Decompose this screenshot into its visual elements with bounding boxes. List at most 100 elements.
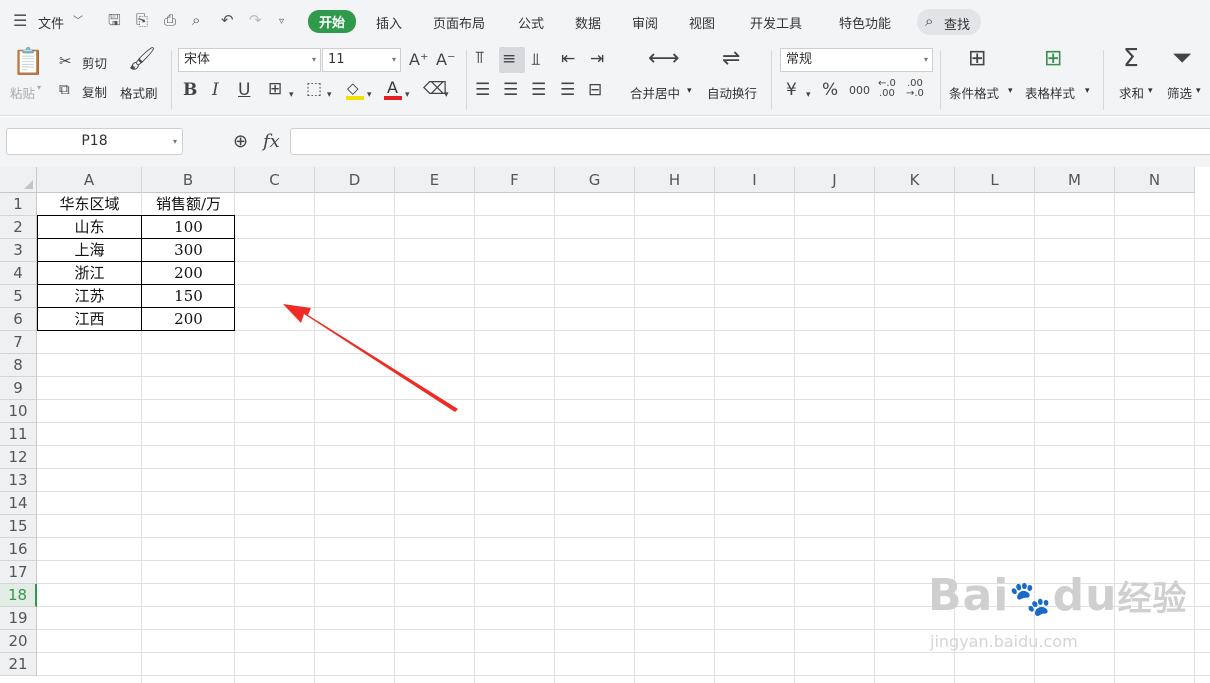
align-middle-button[interactable]: ≡	[499, 47, 525, 73]
thousands-icon[interactable]: 000	[849, 81, 870, 101]
paste-button[interactable]: 📋	[12, 48, 44, 78]
sheet-grid[interactable]: ABCDEFGHIJKLMN 1 2 3 4 5 6 7 8 9 10 11 12 13 14 15 16 17…	[0, 167, 1210, 683]
spreadsheet-app: ☰ 文件 ﹀ 🖫 ⎘ ⎙ ⌕ ↶ ↷ ▿ 开始 插入 页面布局 公式 数据 审阅…	[0, 0, 1210, 683]
filter-button[interactable]: 筛选	[1167, 83, 1192, 102]
table-style-icon[interactable]: ⊞	[1044, 48, 1062, 70]
print-icon[interactable]: ⎙	[164, 12, 176, 28]
font-color-bar	[384, 96, 402, 100]
paste-chevron-icon[interactable]: ▾	[37, 83, 41, 92]
bold-icon[interactable]: B	[183, 80, 197, 100]
align-center-icon[interactable]: ☰	[503, 80, 518, 100]
more-chevron-icon[interactable]: ▿	[279, 14, 284, 30]
chevron-down-icon: ▾	[923, 55, 928, 64]
align-left-icon[interactable]: ☰	[475, 80, 490, 100]
export-pdf-icon[interactable]: ⎘	[136, 12, 148, 28]
currency-icon[interactable]: ¥	[786, 80, 797, 100]
decrease-font-icon[interactable]: A⁻	[436, 50, 455, 70]
search-button[interactable]: ⌕ 查找	[917, 9, 981, 35]
copy-button[interactable]: 复制	[82, 82, 107, 101]
font-color-button[interactable]: A	[383, 78, 403, 100]
increase-font-icon[interactable]: A⁺	[409, 50, 428, 70]
arrow-icon	[283, 304, 458, 412]
name-box[interactable]: P18 ▾	[6, 128, 183, 155]
fill-color-bar	[346, 96, 364, 100]
format-painter-icon[interactable]: 🖌	[128, 49, 156, 71]
wrap-text-icon[interactable]: ⇌	[722, 48, 740, 70]
eraser-chevron-icon[interactable]: ▾	[444, 85, 449, 105]
fill-chevron-icon[interactable]: ▾	[367, 85, 372, 105]
copy-icon[interactable]: ⧉	[59, 79, 70, 99]
cell-style-chevron-icon[interactable]: ▾	[327, 85, 332, 105]
watermark-url: jingyan.baidu.com	[930, 632, 1078, 651]
tab-developer[interactable]: 开发工具	[750, 13, 802, 32]
number-format-select[interactable]: 常规 ▾	[780, 48, 933, 72]
merge-center-icon[interactable]: ⟷	[648, 48, 680, 70]
underline-icon[interactable]: U	[238, 80, 250, 100]
percent-icon[interactable]: %	[822, 80, 838, 100]
watermark-brand2: du	[1052, 570, 1118, 621]
chevron-down-icon[interactable]: ﹀	[73, 14, 83, 30]
ribbon-toolbar: 📋 粘贴 ▾ ✂ 剪切 ⧉ 复制 🖌 格式刷 宋体 ▾ 11 ▾ A⁺ A⁻ B…	[0, 44, 1210, 116]
currency-chevron-icon[interactable]: ▾	[806, 85, 811, 105]
sum-icon[interactable]: Σ	[1123, 45, 1139, 70]
conditional-format-button[interactable]: 条件格式	[949, 83, 999, 102]
indent-decrease-icon[interactable]: ⇤	[561, 49, 575, 69]
fill-color-button[interactable]: ◇	[345, 79, 365, 100]
justify-icon[interactable]: ☰	[560, 80, 575, 100]
redo-icon[interactable]: ↷	[249, 12, 262, 28]
cell-style-icon[interactable]: ⬚	[306, 79, 322, 99]
sum-button[interactable]: 求和	[1119, 83, 1144, 102]
increase-decimal-icon[interactable]: ←.0.00	[878, 79, 896, 99]
cut-icon[interactable]: ✂	[59, 51, 72, 71]
watermark-brand3: 经验	[1117, 579, 1188, 619]
divider	[171, 50, 172, 110]
formula-input[interactable]	[290, 128, 1210, 155]
border-chevron-icon[interactable]: ▾	[289, 85, 294, 105]
distributed-icon[interactable]: ⊟	[588, 80, 602, 100]
tab-formulas[interactable]: 公式	[518, 13, 544, 32]
sum-chevron-icon[interactable]: ▾	[1148, 86, 1153, 96]
tab-view[interactable]: 视图	[689, 13, 715, 32]
tab-page-layout[interactable]: 页面布局	[433, 13, 485, 32]
merge-chevron-icon[interactable]: ▾	[687, 86, 692, 96]
cut-button[interactable]: 剪切	[82, 53, 107, 72]
italic-icon[interactable]: I	[212, 80, 219, 100]
zoom-formula-icon[interactable]: ⊕	[233, 131, 248, 152]
merge-center-button[interactable]: 合并居中	[630, 83, 680, 102]
align-right-icon[interactable]: ☰	[531, 80, 546, 100]
conditional-format-icon[interactable]: ⊞	[968, 48, 986, 70]
tab-review[interactable]: 审阅	[632, 13, 658, 32]
indent-increase-icon[interactable]: ⇥	[590, 49, 604, 69]
tab-insert[interactable]: 插入	[376, 13, 402, 32]
fx-icon[interactable]: fx	[263, 131, 280, 152]
hamburger-menu-icon[interactable]: ☰	[13, 13, 27, 29]
table-style-chevron-icon[interactable]: ▾	[1085, 86, 1090, 96]
font-name-select[interactable]: 宋体 ▾	[178, 48, 321, 72]
font-name-value: 宋体	[184, 52, 211, 67]
decrease-decimal-icon[interactable]: .00 →.0	[906, 79, 924, 99]
align-middle-icon: ≡	[502, 49, 517, 69]
format-painter-button[interactable]: 格式刷	[120, 83, 158, 102]
font-size-select[interactable]: 11 ▾	[322, 48, 401, 72]
paste-label[interactable]: 粘贴	[10, 83, 35, 102]
tab-special-features[interactable]: 特色功能	[839, 13, 891, 32]
align-top-icon[interactable]: ⫪	[475, 48, 485, 68]
table-style-button[interactable]: 表格样式	[1025, 83, 1075, 102]
undo-icon[interactable]: ↶	[221, 12, 234, 28]
print-preview-icon[interactable]: ⌕	[192, 12, 200, 28]
wrap-text-button[interactable]: 自动换行	[707, 83, 757, 102]
tab-home[interactable]: 开始	[308, 10, 357, 33]
border-icon[interactable]: ⊞	[268, 79, 282, 99]
divider	[466, 50, 467, 110]
divider	[940, 50, 941, 110]
filter-icon[interactable]: ⏷	[1172, 45, 1192, 70]
name-box-value: P18	[81, 133, 108, 149]
align-bottom-icon[interactable]: ⫫	[531, 50, 541, 70]
font-size-value: 11	[328, 52, 345, 67]
tab-data[interactable]: 数据	[575, 13, 601, 32]
save-icon[interactable]: 🖫	[108, 12, 121, 28]
conditional-format-chevron-icon[interactable]: ▾	[1008, 86, 1013, 96]
font-color-chevron-icon[interactable]: ▾	[405, 85, 410, 105]
file-menu[interactable]: 文件	[38, 13, 64, 32]
filter-chevron-icon[interactable]: ▾	[1196, 86, 1201, 96]
